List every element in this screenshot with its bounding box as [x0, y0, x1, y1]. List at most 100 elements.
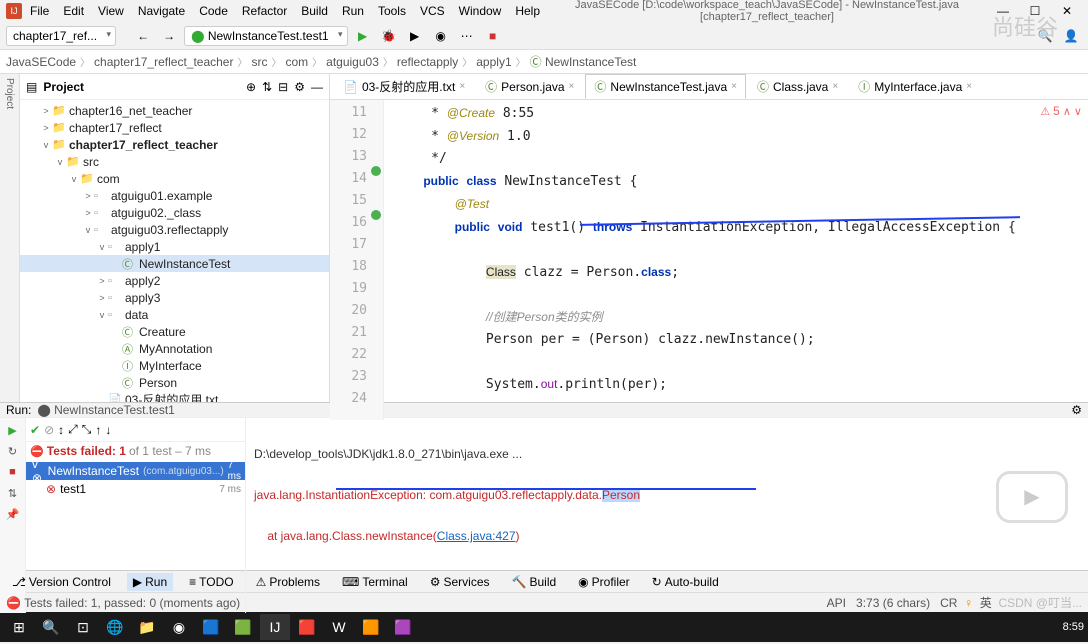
app-icon-1[interactable]: 🟦: [196, 614, 226, 640]
project-tool-button[interactable]: Project: [4, 78, 15, 109]
editor-tab[interactable]: ⒸPerson.java×: [476, 74, 583, 99]
prev-failed-icon[interactable]: ↑: [95, 423, 101, 437]
console-output[interactable]: D:\develop_tools\JDK\jdk1.8.0_271\bin\ja…: [246, 418, 1088, 613]
editor-body[interactable]: 1112131415161718192021222324 * @Create 8…: [330, 100, 1088, 420]
tree-item[interactable]: ⒸCreature: [20, 323, 329, 340]
tree-item[interactable]: ⒶMyAnnotation: [20, 340, 329, 357]
menu-vcs[interactable]: VCS: [414, 2, 451, 20]
profile-button[interactable]: ◉: [430, 25, 452, 47]
sort-icon[interactable]: ↕: [58, 423, 64, 437]
back-button[interactable]: ←: [132, 25, 154, 47]
rerun-button[interactable]: ▶: [4, 421, 22, 439]
bottom-tab[interactable]: ⎇Version Control: [6, 573, 117, 591]
menu-run[interactable]: Run: [336, 2, 370, 20]
app-icon-4[interactable]: 🟧: [356, 614, 386, 640]
bottom-tab[interactable]: ≡TODO: [183, 573, 239, 591]
project-tree[interactable]: >📁chapter16_net_teacher>📁chapter17_refle…: [20, 100, 329, 402]
breadcrumb-item[interactable]: com: [285, 55, 308, 69]
app-icon-3[interactable]: 🟥: [292, 614, 322, 640]
menu-refactor[interactable]: Refactor: [236, 2, 293, 20]
attach-button[interactable]: ⋯: [456, 25, 478, 47]
settings-icon[interactable]: 👤: [1060, 25, 1082, 47]
editor-tab[interactable]: 📄03-反射的应用.txt×: [334, 74, 474, 99]
tree-item[interactable]: >▫apply3: [20, 289, 329, 306]
stop-run-button[interactable]: ■: [4, 463, 22, 481]
editor-tab[interactable]: ⒸClass.java×: [748, 74, 847, 99]
forward-button[interactable]: →: [158, 25, 180, 47]
close-tab-icon[interactable]: ×: [569, 81, 575, 92]
editor-tab[interactable]: ⒾMyInterface.java×: [849, 74, 981, 99]
taskview-icon[interactable]: ⊡: [68, 614, 98, 640]
edge-icon[interactable]: 🌐: [100, 614, 130, 640]
stop-button[interactable]: ■: [482, 25, 504, 47]
search-taskbar-icon[interactable]: 🔍: [36, 614, 66, 640]
tree-item[interactable]: v📁chapter17_reflect_teacher: [20, 136, 329, 153]
pin-button[interactable]: 📌: [4, 505, 22, 523]
menu-tools[interactable]: Tools: [372, 2, 412, 20]
close-tab-icon[interactable]: ×: [966, 81, 972, 92]
menu-file[interactable]: File: [24, 2, 55, 20]
test-child[interactable]: ⊗ test1 7 ms: [26, 480, 245, 498]
collapse-icon[interactable]: ⤡: [82, 422, 92, 437]
hide-panel-icon[interactable]: —: [311, 80, 323, 94]
stacktrace-link[interactable]: Class.java:427: [437, 529, 516, 543]
close-tab-icon[interactable]: ×: [459, 81, 465, 92]
menu-navigate[interactable]: Navigate: [132, 2, 191, 20]
editor-tab[interactable]: ⒸNewInstanceTest.java×: [585, 74, 746, 99]
breadcrumb-item[interactable]: JavaSECode: [6, 55, 76, 69]
chrome-icon[interactable]: ◉: [164, 614, 194, 640]
menu-edit[interactable]: Edit: [57, 2, 90, 20]
tree-item[interactable]: v▫data: [20, 306, 329, 323]
intellij-taskbar-icon[interactable]: IJ: [260, 614, 290, 640]
app-icon-2[interactable]: 🟩: [228, 614, 258, 640]
tree-item[interactable]: >▫atguigu01.example: [20, 187, 329, 204]
panel-settings-icon[interactable]: ⚙: [294, 80, 305, 94]
run-button[interactable]: ▶: [352, 25, 374, 47]
explorer-icon[interactable]: 📁: [132, 614, 162, 640]
bottom-tab[interactable]: ▶Run: [127, 573, 173, 591]
show-passed-icon[interactable]: ✔: [30, 423, 40, 437]
project-view-icon[interactable]: ▤: [26, 80, 37, 94]
tree-item[interactable]: v▫atguigu03.reflectapply: [20, 221, 329, 238]
show-ignored-icon[interactable]: ⊘: [44, 423, 54, 437]
menu-view[interactable]: View: [92, 2, 130, 20]
tree-item[interactable]: >▫apply2: [20, 272, 329, 289]
breadcrumb-item[interactable]: atguigu03: [326, 55, 379, 69]
toggle-auto-button[interactable]: ⇅: [4, 484, 22, 502]
breadcrumb-item[interactable]: apply1: [476, 55, 511, 69]
run-config-selector[interactable]: ⬤ NewInstanceTest.test1: [184, 26, 348, 46]
rerun-failed-button[interactable]: ↻: [4, 442, 22, 460]
tree-item[interactable]: v📁src: [20, 153, 329, 170]
tree-item[interactable]: >📁chapter16_net_teacher: [20, 102, 329, 119]
menu-code[interactable]: Code: [193, 2, 234, 20]
breadcrumb-item[interactable]: Ⓒ NewInstanceTest: [530, 53, 637, 70]
module-selector[interactable]: chapter17_ref...: [6, 26, 116, 46]
next-failed-icon[interactable]: ↓: [105, 423, 111, 437]
close-tab-icon[interactable]: ×: [731, 81, 737, 92]
select-opened-file-icon[interactable]: ⊕: [246, 80, 256, 94]
menu-help[interactable]: Help: [509, 2, 546, 20]
collapse-all-icon[interactable]: ⊟: [278, 80, 288, 94]
coverage-button[interactable]: ▶: [404, 25, 426, 47]
menu-build[interactable]: Build: [295, 2, 334, 20]
close-button[interactable]: ✕: [1052, 2, 1082, 20]
minimize-button[interactable]: —: [988, 2, 1018, 20]
tree-item[interactable]: ⒸNewInstanceTest: [20, 255, 329, 272]
close-tab-icon[interactable]: ×: [832, 81, 838, 92]
start-button[interactable]: ⊞: [4, 614, 34, 640]
menu-window[interactable]: Window: [453, 2, 508, 20]
tree-item[interactable]: ⒾMyInterface: [20, 357, 329, 374]
app-icon-5[interactable]: 🟪: [388, 614, 418, 640]
tree-item[interactable]: v📁com: [20, 170, 329, 187]
test-root[interactable]: v ⊗ NewInstanceTest (com.atguigu03...) 7…: [26, 462, 245, 480]
maximize-button[interactable]: ☐: [1020, 2, 1050, 20]
taskbar-clock[interactable]: 8:59: [1063, 614, 1084, 640]
expand-icon[interactable]: ⤢: [68, 422, 78, 437]
breadcrumb-item[interactable]: src: [251, 55, 267, 69]
tree-item[interactable]: >▫atguigu02._class: [20, 204, 329, 221]
inspection-indicator[interactable]: ⚠ 5 ∧ ∨: [1040, 104, 1082, 118]
code-area[interactable]: * @Create 8:55 * @Version 1.0 */ public …: [384, 100, 1088, 420]
breadcrumb-item[interactable]: reflectapply: [397, 55, 458, 69]
tree-item[interactable]: ⒸPerson: [20, 374, 329, 391]
tree-item[interactable]: v▫apply1: [20, 238, 329, 255]
